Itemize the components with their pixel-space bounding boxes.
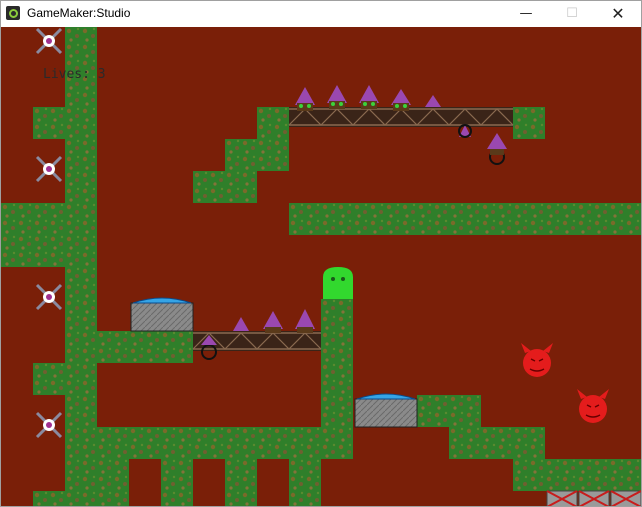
trampoline-right xyxy=(354,393,418,428)
eye-drone-3 xyxy=(35,283,63,311)
maximize-button[interactable]: ☐ xyxy=(549,1,595,27)
eye-drone-4 xyxy=(35,411,63,439)
goal-crates xyxy=(546,490,641,506)
game-scene xyxy=(1,27,641,506)
ghost-player xyxy=(323,267,353,299)
trampoline-left xyxy=(130,297,194,332)
devil-enemy-1 xyxy=(521,343,553,377)
devil-enemy-2 xyxy=(577,389,609,423)
app-window: GameMaker:Studio — ☐ ✕ Lives: 3 xyxy=(0,0,642,507)
game-canvas[interactable]: Lives: 3 xyxy=(1,27,641,506)
minimize-button[interactable]: — xyxy=(503,1,549,27)
window-title: GameMaker:Studio xyxy=(27,6,131,20)
title-bar[interactable]: GameMaker:Studio — ☐ ✕ xyxy=(1,1,641,27)
eye-drone-1 xyxy=(35,27,63,55)
close-button[interactable]: ✕ xyxy=(595,1,641,27)
gamemaker-icon xyxy=(6,6,20,20)
eye-drone-2 xyxy=(35,155,63,183)
lives-counter: Lives: 3 xyxy=(43,67,106,82)
terrain xyxy=(1,27,641,506)
